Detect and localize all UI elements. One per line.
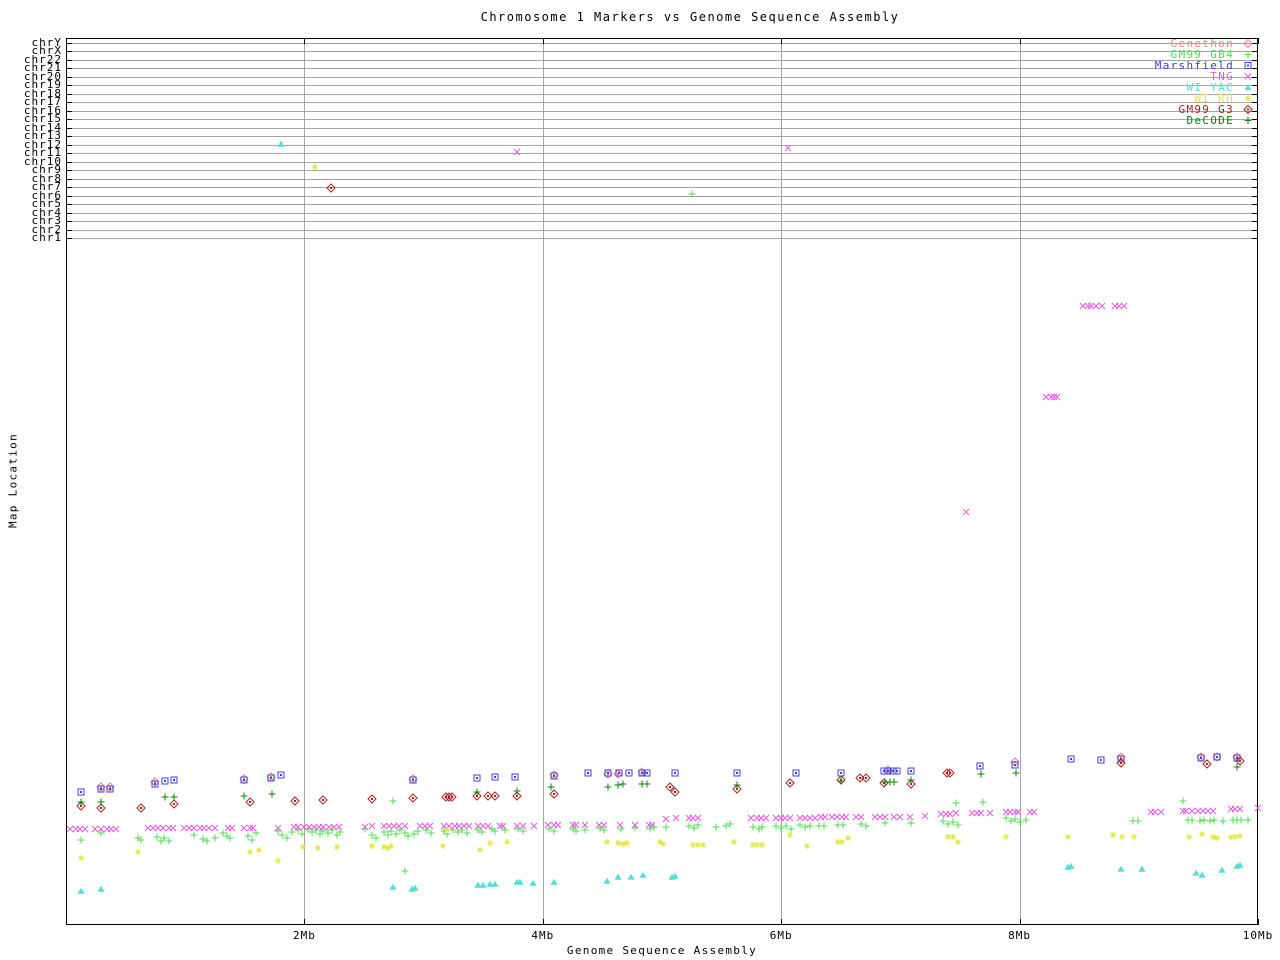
legend-label: DeCODE xyxy=(1186,114,1234,127)
diamond-dot-marker-icon xyxy=(1243,38,1253,49)
x-tick-label: 6Mb xyxy=(769,929,793,942)
x-tick-label: 2Mb xyxy=(292,929,316,942)
series-wi-yac xyxy=(77,140,1244,894)
series-gm99-g3 xyxy=(76,183,1245,813)
x-tick-label: 4Mb xyxy=(531,929,555,942)
star-marker-icon xyxy=(1245,95,1251,102)
cross-marker-icon xyxy=(1244,73,1252,80)
triangle-marker-icon xyxy=(1244,84,1252,91)
series-marshfield xyxy=(77,753,1241,796)
plus-marker-icon xyxy=(1244,117,1252,124)
y-axis-title: Map Location xyxy=(6,432,20,529)
square-dot-marker-icon xyxy=(1244,62,1252,69)
series-genethon xyxy=(96,752,1242,792)
chart-canvas: Chromosome 1 Markers vs Genome Sequence … xyxy=(0,0,1280,960)
diamond-dot-marker-icon xyxy=(1243,104,1253,115)
legend: Genethon GM99 GB4 Marshfield TNG WI YAC WI RH… xyxy=(1155,38,1256,126)
chart-title: Chromosome 1 Markers vs Genome Sequence … xyxy=(480,10,900,24)
series-tng xyxy=(66,144,1262,833)
x-tick-label: 8Mb xyxy=(1008,929,1032,942)
series-gm99-gb4 xyxy=(77,190,1252,875)
legend-item: DeCODE xyxy=(1155,115,1256,126)
legend-item: Marshfield xyxy=(1155,60,1256,71)
plus-marker-icon xyxy=(1244,51,1252,58)
x-tick-label: 10Mb xyxy=(1242,929,1274,942)
plot-area xyxy=(66,38,1262,925)
series-decode xyxy=(77,763,1241,806)
x-axis-title: Genome Sequence Assembly xyxy=(566,944,758,957)
y-tick-label: chr1 xyxy=(31,231,62,244)
